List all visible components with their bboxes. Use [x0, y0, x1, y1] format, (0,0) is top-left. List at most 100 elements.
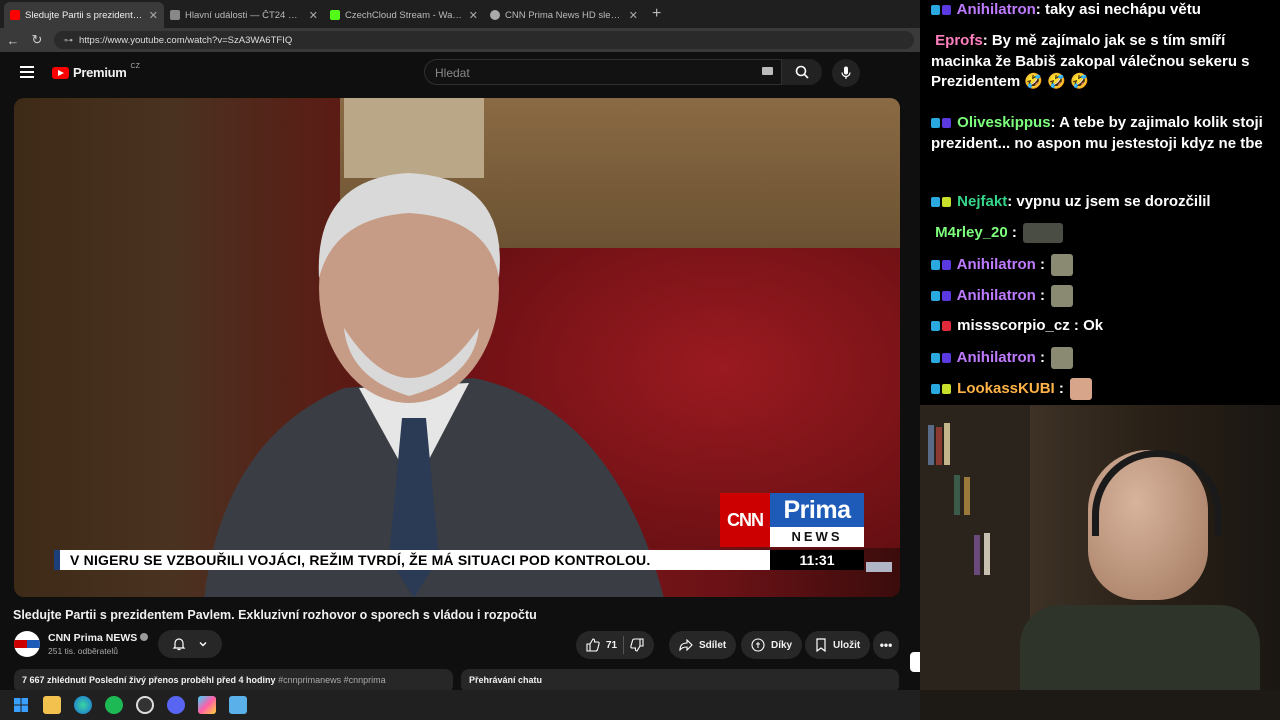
- chat-username[interactable]: Nejfakt: [957, 193, 1007, 210]
- chat-text: :: [1007, 224, 1017, 241]
- book: [974, 535, 980, 575]
- youtube-premium-logo[interactable]: Premium CZ: [52, 63, 140, 80]
- windows-taskbar: [0, 690, 920, 720]
- chat-message: Eprofs: By mě zajímalo jak se s tím smíř…: [931, 31, 1271, 93]
- close-tab-icon[interactable]: ✕: [149, 9, 158, 22]
- notification-bell-button[interactable]: [158, 630, 222, 658]
- chat-text: :: [1035, 255, 1045, 273]
- news-logo-text: NEWS: [770, 527, 864, 547]
- search-input[interactable]: Hledat: [424, 59, 782, 85]
- stream-chat-overlay: Anihilatron: taky asi nechápu větu Eprof…: [920, 0, 1280, 405]
- site-info-icon[interactable]: ⊶: [64, 35, 73, 46]
- streamer-webcam: [920, 405, 1280, 690]
- chat-emote-icon: [1050, 254, 1073, 276]
- chat-username[interactable]: M4rley_20: [935, 224, 1008, 241]
- chat-message: Nejfakt: vypnu uz jsem se dorozčilil: [931, 192, 1271, 213]
- ct24-favicon-icon: [170, 10, 180, 20]
- channel-name[interactable]: CNN Prima NEWS: [48, 632, 149, 644]
- chat-username[interactable]: Anihilatron: [957, 1, 1036, 18]
- more-actions-button[interactable]: •••: [873, 631, 899, 659]
- voice-search-button[interactable]: [832, 59, 860, 87]
- tab-cnn-prima[interactable]: CNN Prima News HD sledujte onl ✕: [484, 2, 644, 28]
- chat-message: missscorpio_cz : Ok: [931, 316, 1271, 337]
- bookmark-icon: [816, 638, 826, 652]
- chat-username[interactable]: Anihilatron: [957, 287, 1036, 304]
- file-explorer-icon[interactable]: [43, 696, 61, 714]
- chat-text: : taky asi nechápu větu: [1035, 1, 1201, 18]
- chat-username[interactable]: Eprofs: [935, 32, 983, 49]
- divider: [623, 636, 625, 654]
- reload-icon[interactable]: ↻: [30, 32, 44, 48]
- share-button[interactable]: Sdílet: [669, 631, 737, 659]
- chat-replay-toggle[interactable]: Přehrávání chatu: [461, 669, 899, 690]
- discord-icon[interactable]: [167, 696, 185, 714]
- chat-text: : vypnu uz jsem se dorozčilil: [1007, 193, 1211, 210]
- description-box[interactable]: 7 667 zhlédnutí Poslední živý přenos pro…: [14, 669, 453, 690]
- keyboard-icon[interactable]: [762, 67, 773, 75]
- book: [984, 533, 990, 575]
- chat-username[interactable]: LookassKUBI: [957, 380, 1055, 397]
- youtube-favicon-icon: [10, 10, 20, 20]
- address-bar: ← ↻ ⊶ https://www.youtube.com/watch?v=Sz…: [0, 28, 920, 52]
- notepad-icon[interactable]: [229, 696, 247, 714]
- chat-emote-icon: [1050, 285, 1073, 307]
- video-player[interactable]: V NIGERU SE VZBOUŘILI VOJÁCI, REŽIM TVRD…: [14, 98, 900, 597]
- thanks-label: Díky: [771, 639, 793, 651]
- close-tab-icon[interactable]: ✕: [629, 9, 638, 22]
- spotify-icon[interactable]: [105, 696, 123, 714]
- chat-message: M4rley_20 :: [931, 223, 1271, 244]
- save-label: Uložit: [833, 639, 861, 651]
- side-panel-tab[interactable]: [910, 652, 920, 672]
- tab-youtube[interactable]: Sledujte Partii s prezidentem Pavlem ✕: [4, 2, 164, 28]
- globe-favicon-icon: [490, 10, 500, 20]
- save-button[interactable]: Uložit: [805, 631, 871, 659]
- chat-text: :: [1054, 379, 1064, 397]
- youtube-play-icon: [52, 66, 69, 79]
- hashtags[interactable]: #cnnprimanews #cnnprima: [278, 675, 386, 685]
- copilot-icon[interactable]: [198, 696, 216, 714]
- close-tab-icon[interactable]: ✕: [469, 9, 478, 22]
- subscriber-count: 251 tis. odběratelů: [48, 646, 118, 656]
- url-field[interactable]: ⊶ https://www.youtube.com/watch?v=SzA3WA…: [54, 31, 914, 49]
- book: [944, 423, 950, 465]
- like-count: 71: [606, 639, 618, 651]
- tab-czechcloud[interactable]: CzechCloud Stream - Watch Live ✕: [324, 2, 484, 28]
- view-stats: 7 667 zhlédnutí Poslední živý přenos pro…: [22, 675, 276, 685]
- close-tab-icon[interactable]: ✕: [309, 9, 318, 22]
- badge-icon: [942, 353, 951, 363]
- microphone-icon: [841, 66, 851, 79]
- thanks-button[interactable]: Díky: [741, 631, 803, 659]
- like-button[interactable]: 71: [586, 638, 617, 652]
- badge-icon: [942, 291, 951, 301]
- cnn-logo-text: CNN: [720, 493, 770, 547]
- menu-icon[interactable]: [20, 66, 34, 78]
- chat-username[interactable]: Anihilatron: [957, 349, 1036, 366]
- chat-username[interactable]: missscorpio_cz: [957, 317, 1070, 334]
- chat-text: : Ok: [1069, 317, 1104, 334]
- new-tab-button[interactable]: +: [644, 4, 669, 28]
- edge-browser-icon[interactable]: [74, 696, 92, 714]
- channel-avatar[interactable]: [14, 631, 40, 657]
- back-arrow-icon[interactable]: ←: [6, 33, 20, 48]
- logo-text: Premium: [73, 65, 127, 80]
- badge-icon: [942, 384, 951, 394]
- tab-ct24[interactable]: Hlavní události — ČT24 — Česká ✕: [164, 2, 324, 28]
- chat-username[interactable]: Anihilatron: [957, 256, 1036, 273]
- thumbs-down-icon[interactable]: [630, 638, 644, 652]
- url-text: https://www.youtube.com/watch?v=SzA3WA6T…: [79, 34, 293, 46]
- badge-icon: [942, 260, 951, 270]
- chat-username[interactable]: Oliveskippus: [957, 114, 1050, 131]
- badge-icon: [942, 197, 951, 208]
- badge-icon: [931, 118, 940, 129]
- thumbs-up-icon: [586, 638, 600, 652]
- channel-watermark-icon: [866, 562, 892, 572]
- windows-start-icon[interactable]: [12, 696, 30, 714]
- search-button[interactable]: [782, 59, 822, 85]
- chat-text: :: [1035, 286, 1045, 304]
- obs-icon[interactable]: [136, 696, 154, 714]
- chat-replay-label: Přehrávání chatu: [469, 675, 543, 685]
- broadcast-clock: 11:31: [770, 550, 864, 570]
- chevron-down-icon: [199, 642, 207, 647]
- badge-icon: [931, 384, 940, 394]
- youtube-page: Premium CZ Hledat V NIGERU SE VZBOUŘILI …: [0, 52, 920, 690]
